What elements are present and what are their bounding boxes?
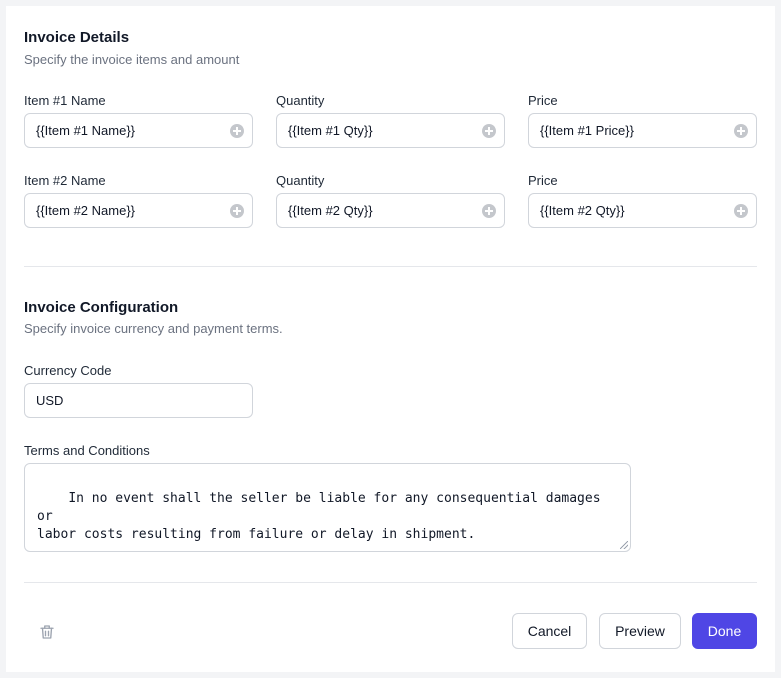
invoice-form-panel: Invoice Details Specify the invoice item… <box>6 6 775 672</box>
item-1-qty-label: Quantity <box>276 93 325 108</box>
terms-textarea[interactable]: In no event shall the seller be liable f… <box>24 463 631 552</box>
item-2-price-label: Price <box>528 173 558 188</box>
item-2-qty-field[interactable]: {{Item #2 Qty}} <box>276 193 505 228</box>
currency-code-input[interactable]: USD <box>24 383 253 418</box>
item-1-qty-value: {{Item #1 Qty}} <box>288 123 373 138</box>
item-1-qty-field[interactable]: {{Item #1 Qty}} <box>276 113 505 148</box>
cancel-button[interactable]: Cancel <box>512 613 587 649</box>
trash-icon[interactable] <box>38 623 56 641</box>
add-variable-icon[interactable] <box>230 123 244 138</box>
footer-divider <box>24 582 757 583</box>
invoice-details-title: Invoice Details <box>24 29 130 46</box>
add-variable-icon[interactable] <box>482 203 496 218</box>
item-2-price-value: {{Item #2 Qty}} <box>540 203 625 218</box>
add-variable-icon[interactable] <box>734 203 748 218</box>
item-2-name-label: Item #2 Name <box>24 173 106 188</box>
item-2-qty-value: {{Item #2 Qty}} <box>288 203 373 218</box>
add-variable-icon[interactable] <box>230 203 244 218</box>
invoice-configuration-title: Invoice Configuration <box>24 299 179 316</box>
item-1-name-field[interactable]: {{Item #1 Name}} <box>24 113 253 148</box>
item-1-name-label: Item #1 Name <box>24 93 106 108</box>
currency-code-value: USD <box>36 393 64 408</box>
invoice-configuration-subtitle: Specify invoice currency and payment ter… <box>24 321 283 336</box>
item-2-name-field[interactable]: {{Item #2 Name}} <box>24 193 253 228</box>
invoice-details-subtitle: Specify the invoice items and amount <box>24 52 240 67</box>
currency-code-label: Currency Code <box>24 363 112 378</box>
section-divider <box>24 266 757 267</box>
terms-value: In no event shall the seller be liable f… <box>37 491 601 542</box>
add-variable-icon[interactable] <box>734 123 748 138</box>
item-1-price-value: {{Item #1 Price}} <box>540 123 634 138</box>
item-1-price-field[interactable]: {{Item #1 Price}} <box>528 113 757 148</box>
resize-handle-icon[interactable] <box>620 541 628 549</box>
add-variable-icon[interactable] <box>482 123 496 138</box>
item-2-price-field[interactable]: {{Item #2 Qty}} <box>528 193 757 228</box>
done-button[interactable]: Done <box>692 613 757 649</box>
terms-label: Terms and Conditions <box>24 443 150 458</box>
preview-button[interactable]: Preview <box>599 613 681 649</box>
item-1-price-label: Price <box>528 93 558 108</box>
item-2-name-value: {{Item #2 Name}} <box>36 203 136 218</box>
item-2-qty-label: Quantity <box>276 173 325 188</box>
item-1-name-value: {{Item #1 Name}} <box>36 123 136 138</box>
